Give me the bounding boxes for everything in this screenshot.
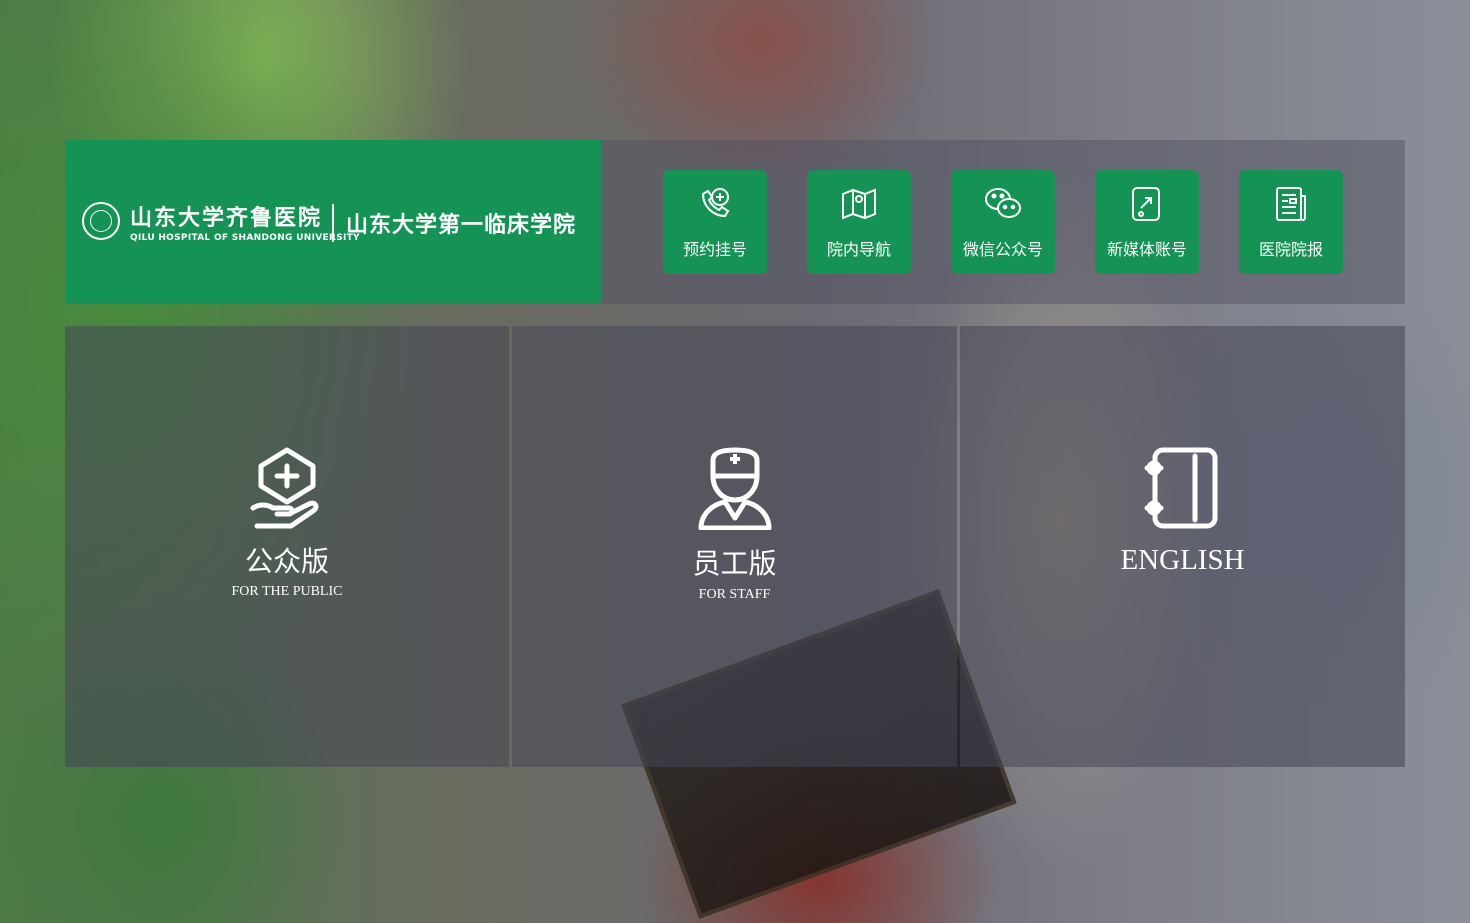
- quick-link-label: 新媒体账号: [1106, 240, 1187, 259]
- quick-link-wechat[interactable]: 微信公众号: [951, 170, 1055, 274]
- quick-link-appointment[interactable]: 预约挂号: [663, 170, 767, 274]
- newspaper-icon: [1276, 187, 1306, 221]
- portal-english[interactable]: ENGLISH: [960, 326, 1405, 767]
- portal-title: 公众版: [244, 545, 329, 578]
- hospital-name: 山东大学齐鲁医院: [130, 205, 323, 231]
- college-name: 山东大学第一临床学院: [346, 212, 577, 238]
- quick-link-navigation[interactable]: 院内导航: [807, 170, 911, 274]
- quick-link-label: 院内导航: [826, 240, 891, 259]
- portal-title: ENGLISH: [1120, 544, 1245, 576]
- portal-subtitle: FOR THE PUBLIC: [231, 584, 343, 599]
- quick-link-label: 医院院报: [1258, 240, 1323, 259]
- hospital-seal-icon: [82, 202, 120, 240]
- notebook-icon: [1144, 447, 1217, 529]
- portal-title: 员工版: [692, 547, 777, 580]
- quick-link-newspaper[interactable]: 医院院报: [1239, 170, 1343, 274]
- portal-public[interactable]: 公众版 FOR THE PUBLIC: [65, 326, 509, 767]
- hand-medical-icon: [250, 447, 319, 529]
- portal-staff[interactable]: 员工版 FOR STAFF: [512, 326, 957, 767]
- map-icon: [842, 188, 876, 220]
- media-account-icon: [1132, 187, 1160, 221]
- quick-link-label: 微信公众号: [962, 240, 1043, 259]
- hospital-name-english: QILU HOSPITAL OF SHANDONG UNIVERSITY: [130, 233, 360, 243]
- doctor-icon: [698, 447, 771, 530]
- quick-link-media[interactable]: 新媒体账号: [1095, 170, 1199, 274]
- portal-panels: 公众版 FOR THE PUBLIC 员工版 FOR STAFF ENGLISH: [65, 326, 1405, 767]
- logo-divider: [332, 204, 334, 242]
- phone-plus-icon: [701, 188, 730, 218]
- wechat-icon: [985, 188, 1021, 218]
- portal-subtitle: FOR STAFF: [698, 587, 771, 602]
- quick-link-label: 预约挂号: [682, 240, 747, 259]
